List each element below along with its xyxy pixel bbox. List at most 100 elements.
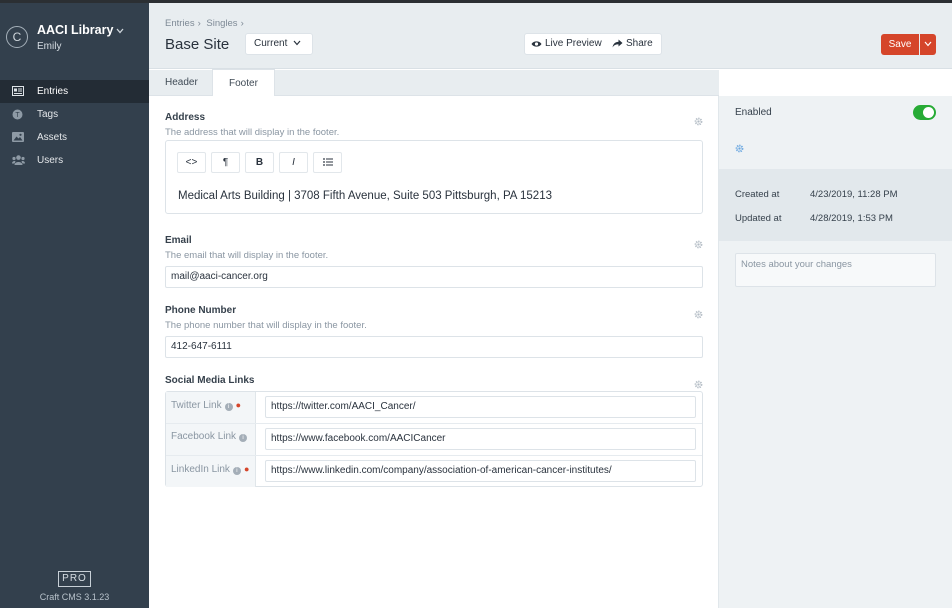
italic-button[interactable]: I [279, 152, 308, 173]
site-switcher[interactable]: C AACI Library Emily [6, 23, 146, 57]
row-label-text: Twitter Link [171, 400, 222, 411]
address-content[interactable]: Medical Arts Building | 3708 Fifth Avenu… [178, 190, 552, 202]
toggle-knob [923, 107, 934, 118]
code-button[interactable]: <> [177, 152, 206, 173]
site-name-text: AACI Library [37, 23, 114, 37]
chevron-down-icon [924, 39, 932, 49]
breadcrumb-separator: › [240, 18, 244, 29]
edition-badge: PRO [58, 571, 91, 587]
info-icon[interactable]: i [239, 434, 248, 442]
sidebar-nav: Entries T Tags Assets Users [0, 80, 149, 172]
breadcrumb-item-entries[interactable]: Entries [165, 18, 195, 29]
phone-label: Phone Number [165, 305, 237, 316]
entry-meta: Created at 4/23/2019, 11:28 PM Updated a… [719, 169, 952, 241]
gear-icon[interactable] [694, 307, 703, 319]
status-section: Enabled [719, 96, 952, 169]
share-label: Share [626, 38, 653, 49]
required-indicator: ● [235, 400, 242, 410]
site-logo: C [6, 26, 28, 48]
sidebar-item-tags[interactable]: T Tags [0, 103, 149, 126]
gear-icon[interactable] [694, 377, 703, 389]
address-instructions: The address that will display in the foo… [165, 127, 340, 138]
live-preview-button[interactable]: Live Preview [524, 33, 611, 55]
site-name[interactable]: AACI Library [37, 23, 124, 37]
address-label: Address [165, 112, 206, 123]
users-icon [12, 155, 25, 166]
save-button[interactable]: Save [881, 34, 919, 55]
email-instructions: The email that will display in the foote… [165, 250, 329, 261]
gear-icon[interactable] [694, 114, 703, 126]
phone-field: Phone Number The phone number that will … [165, 305, 703, 360]
email-input[interactable]: mail@aaci-cancer.org [165, 266, 703, 288]
breadcrumb-item-singles[interactable]: Singles [206, 18, 237, 29]
tab-footer[interactable]: Footer [212, 69, 275, 96]
tag-icon: T [12, 109, 23, 120]
eye-icon [531, 38, 545, 49]
linkedin-link-label: LinkedIn Link i ● [166, 456, 256, 487]
revision-notes-input[interactable]: Notes about your changes [735, 253, 936, 287]
breadcrumb: Entries › Singles › [165, 18, 247, 29]
site-select-button[interactable]: Current [245, 33, 314, 55]
social-links-table: Twitter Link i ● https://twitter.com/AACI_… [165, 391, 703, 487]
table-row: Facebook Linki● https://www.facebook.com… [166, 424, 702, 468]
phone-input[interactable]: 412-647-6111 [165, 336, 703, 358]
image-icon [12, 132, 24, 143]
entries-icon [12, 86, 24, 97]
created-at-label: Created at [735, 189, 780, 200]
page-header: Entries › Singles › Base Site Current Live… [149, 3, 952, 69]
sidebar-item-users[interactable]: Users [0, 149, 149, 172]
sidebar-item-label: Assets [37, 132, 68, 143]
row-label-text: LinkedIn Link [171, 464, 230, 475]
updated-at-value: 4/28/2019, 1:53 PM [810, 213, 893, 224]
sidebar-item-label: Tags [37, 109, 59, 120]
linkedin-link-input[interactable]: https://www.linkedin.com/company/associa… [265, 460, 696, 482]
page-title: Base Site [165, 36, 230, 53]
info-icon[interactable]: i [232, 467, 241, 475]
facebook-link-label: Facebook Linki● [166, 424, 256, 468]
row-label-text: Facebook Link [171, 431, 237, 442]
cms-version: Craft CMS 3.1.23 [39, 592, 110, 602]
live-preview-label: Live Preview [545, 38, 602, 49]
tab-header[interactable]: Header [149, 70, 214, 96]
table-row: Twitter Link i ● https://twitter.com/AACI_… [166, 392, 702, 424]
created-at-value: 4/23/2019, 11:28 PM [810, 189, 898, 200]
phone-instructions: The phone number that will display in th… [165, 320, 367, 331]
updated-at-row: Updated at 4/28/2019, 1:53 PM [735, 213, 893, 224]
info-icon[interactable]: i [224, 403, 233, 411]
svg-text:T: T [15, 112, 20, 119]
sidebar-item-label: Users [37, 155, 64, 166]
gear-icon[interactable] [694, 237, 703, 249]
entry-details-panel: Enabled Created at 4/23/2019, 11:28 PM U… [719, 96, 952, 608]
address-field: Address The address that will display in… [165, 112, 703, 222]
breadcrumb-separator: › [197, 18, 201, 29]
enabled-label: Enabled [735, 107, 772, 118]
save-menu-button[interactable] [920, 34, 936, 55]
entry-form: Address The address that will display in… [149, 96, 719, 608]
twitter-link-input[interactable]: https://twitter.com/AACI_Cancer/ [265, 396, 696, 418]
address-rich-text-editor[interactable]: <> ¶ B I Medical Arts Building | 3708 Fi… [165, 140, 703, 214]
current-user: Emily [37, 41, 62, 52]
chevron-down-icon [290, 38, 304, 49]
paragraph-button[interactable]: ¶ [211, 152, 240, 173]
updated-at-label: Updated at [735, 213, 782, 224]
email-label: Email [165, 235, 192, 246]
enabled-toggle[interactable] [913, 105, 936, 120]
required-indicator: ● [243, 464, 250, 474]
table-row: LinkedIn Link i ● https://www.linkedin.com… [166, 456, 702, 488]
email-field: Email The email that will display in the… [165, 235, 703, 290]
list-button[interactable] [313, 152, 342, 173]
twitter-link-label: Twitter Link i ● [166, 392, 256, 423]
bold-button[interactable]: B [245, 152, 274, 173]
chevron-down-icon [116, 26, 124, 36]
share-icon [612, 38, 626, 49]
gear-icon[interactable] [735, 141, 744, 153]
created-at-row: Created at 4/23/2019, 11:28 PM [735, 189, 898, 200]
share-button[interactable]: Share [606, 33, 662, 55]
list-icon [322, 157, 333, 168]
tab-bar: Header Footer [149, 69, 719, 96]
facebook-link-input[interactable]: https://www.facebook.com/AACICancer [265, 428, 696, 450]
sidebar-item-assets[interactable]: Assets [0, 126, 149, 149]
site-select-label: Current [254, 38, 288, 49]
sidebar-item-label: Entries [37, 86, 69, 97]
sidebar-item-entries[interactable]: Entries [0, 80, 149, 103]
